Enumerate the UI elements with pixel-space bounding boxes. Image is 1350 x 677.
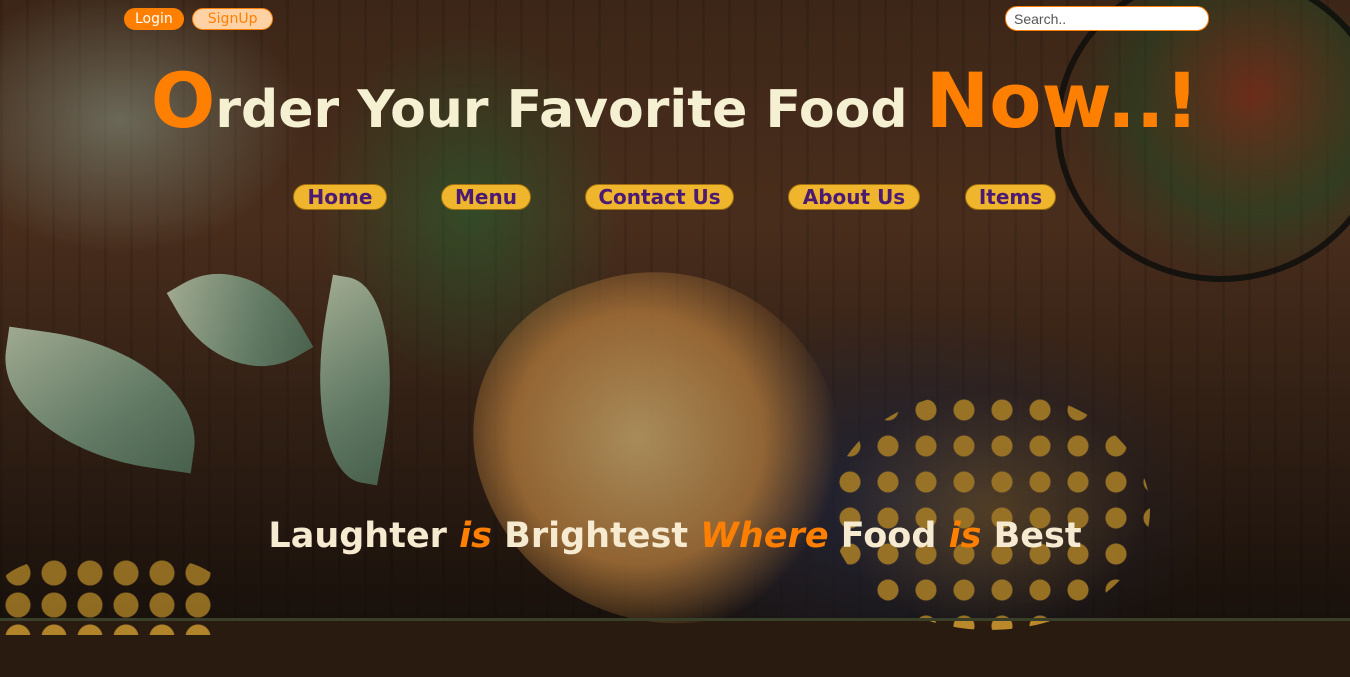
tagline-word: Brightest xyxy=(491,516,701,556)
tagline-word: Laughter xyxy=(268,516,460,556)
nav-contact-us[interactable]: Contact Us xyxy=(585,184,734,210)
headline-first-letter: O xyxy=(150,56,216,145)
nav-home[interactable]: Home xyxy=(293,184,387,210)
search-input[interactable] xyxy=(1005,6,1209,31)
page-headline: Order Your Favorite Food Now..! xyxy=(0,56,1350,145)
nav-about-us[interactable]: About Us xyxy=(788,184,920,210)
signup-button[interactable]: SignUp xyxy=(191,8,274,30)
main-nav: Home Menu Contact Us About Us Items xyxy=(0,184,1350,212)
login-button[interactable]: Login xyxy=(124,8,184,30)
nav-menu[interactable]: Menu xyxy=(441,184,531,210)
auth-buttons: Login SignUp xyxy=(124,8,274,30)
tagline-word: Best xyxy=(981,516,1082,556)
headline-middle: rder Your Favorite Food xyxy=(215,80,926,140)
tagline-accent-word: is xyxy=(459,516,492,556)
tagline-accent-word: is xyxy=(948,516,982,556)
tagline-word: Food xyxy=(828,516,949,556)
tagline: Laughter is Brightest Where Food is Best xyxy=(0,516,1350,556)
tagline-accent-word: Where xyxy=(700,516,829,556)
nav-items[interactable]: Items xyxy=(965,184,1056,210)
headline-now: Now..! xyxy=(925,56,1200,145)
